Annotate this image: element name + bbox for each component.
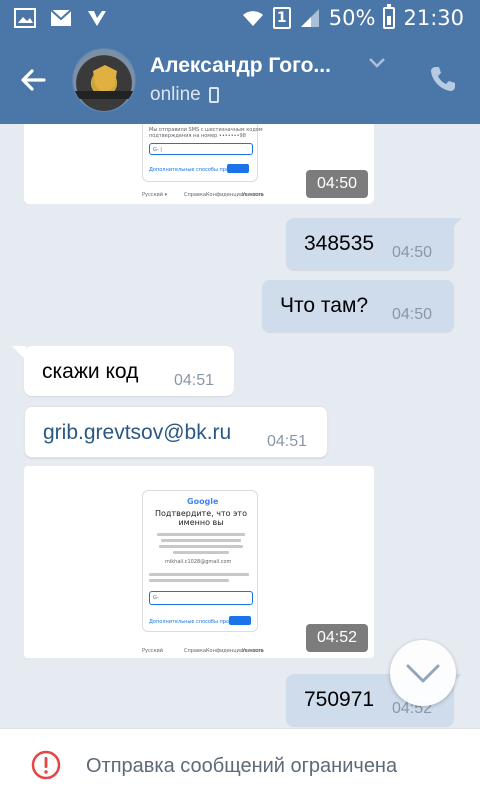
- chevron-down-icon[interactable]: [368, 56, 386, 70]
- mail-icon: [50, 9, 72, 26]
- photo-footer-link: Условия: [242, 648, 264, 654]
- message-bubble-outgoing[interactable]: 348535 04:50: [286, 218, 462, 270]
- back-arrow-icon[interactable]: [14, 60, 54, 100]
- clock: 21:30: [403, 6, 464, 30]
- alert-circle-icon: [31, 750, 61, 780]
- message-time: 04:50: [392, 306, 433, 323]
- sim-icon: 1: [272, 7, 291, 29]
- image-attachment[interactable]: Google Подтвердите, что это именно вы mi…: [24, 466, 374, 658]
- message-time: 04:50: [392, 244, 433, 261]
- gallery-icon: [14, 8, 36, 28]
- message-time: 04:51: [267, 433, 308, 450]
- message-text: 750971: [304, 688, 375, 711]
- battery-icon: [383, 4, 396, 29]
- photo-footer-link: Справка: [184, 648, 207, 654]
- chevron-down-icon: [406, 664, 440, 683]
- online-status: online: [150, 84, 219, 106]
- wifi-icon: [242, 11, 263, 26]
- message-bubble-incoming[interactable]: grib.grevtsov@bk.ru 04:51: [24, 406, 328, 458]
- avatar[interactable]: [72, 48, 136, 112]
- scroll-down-button[interactable]: [390, 640, 456, 706]
- message-bubble-outgoing[interactable]: Что там? 04:50: [262, 280, 454, 332]
- composer-restricted-bar: Отправка сообщений ограничена: [0, 728, 480, 800]
- photo-footer-lang: Русский: [142, 648, 163, 654]
- message-time: 04:51: [174, 372, 215, 389]
- status-bar: 1 50% 21:30: [0, 0, 480, 36]
- message-bubble-incoming[interactable]: скажи код 04:51: [12, 346, 234, 396]
- message-text: Что там?: [280, 294, 369, 317]
- restriction-notice: Отправка сообщений ограничена: [86, 755, 398, 777]
- image-time: 04:52: [306, 624, 368, 652]
- online-label: online: [150, 84, 201, 105]
- google-logo: Google: [187, 497, 219, 506]
- chat-header: Александр Гого... online: [0, 36, 480, 124]
- image-time: 04:50: [306, 170, 368, 198]
- battery-percent: 50%: [328, 6, 376, 30]
- image-attachment[interactable]: Мы отправили SMS с шестизначным кодом по…: [24, 124, 374, 204]
- contact-name[interactable]: Александр Гого...: [150, 54, 331, 78]
- photo-title: Подтвердите, что это именно вы: [155, 509, 247, 527]
- photo-next-button: [229, 616, 251, 625]
- signal-icon: [300, 9, 319, 27]
- photo-input-prefix: G-: [153, 595, 159, 601]
- message-text: 348535: [304, 232, 375, 255]
- mobile-device-icon: [208, 87, 219, 103]
- phone-call-icon[interactable]: [428, 64, 458, 94]
- message-text: скажи код: [42, 360, 139, 383]
- photo-account: mikhail.c1028@gmail.com: [165, 559, 232, 565]
- checkmark-app-icon: [88, 11, 106, 26]
- email-link[interactable]: grib.grevtsov@bk.ru: [43, 421, 231, 445]
